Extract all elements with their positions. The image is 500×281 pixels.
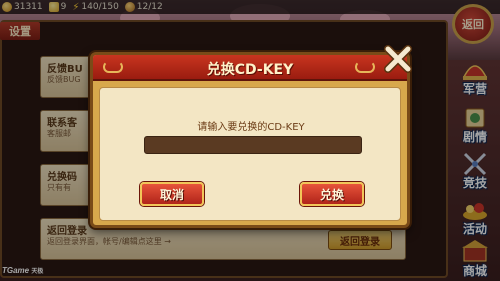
dialog-body: 请输入要兑换的CD-KEY 取消 兑换	[99, 87, 401, 221]
dialog-title: 兑换CD-KEY	[206, 62, 294, 78]
cancel-button[interactable]: 取消	[140, 182, 204, 206]
close-button[interactable]	[381, 43, 415, 75]
redeem-button[interactable]: 兑换	[300, 182, 364, 206]
dialog-header: 兑换CD-KEY	[93, 55, 407, 81]
cdkey-dialog: 兑换CD-KEY 请输入要兑换的CD-KEY 取消 兑换	[90, 45, 412, 228]
cdkey-prompt: 请输入要兑换的CD-KEY	[197, 122, 305, 133]
close-icon	[384, 45, 412, 73]
cdkey-input[interactable]	[144, 136, 362, 154]
